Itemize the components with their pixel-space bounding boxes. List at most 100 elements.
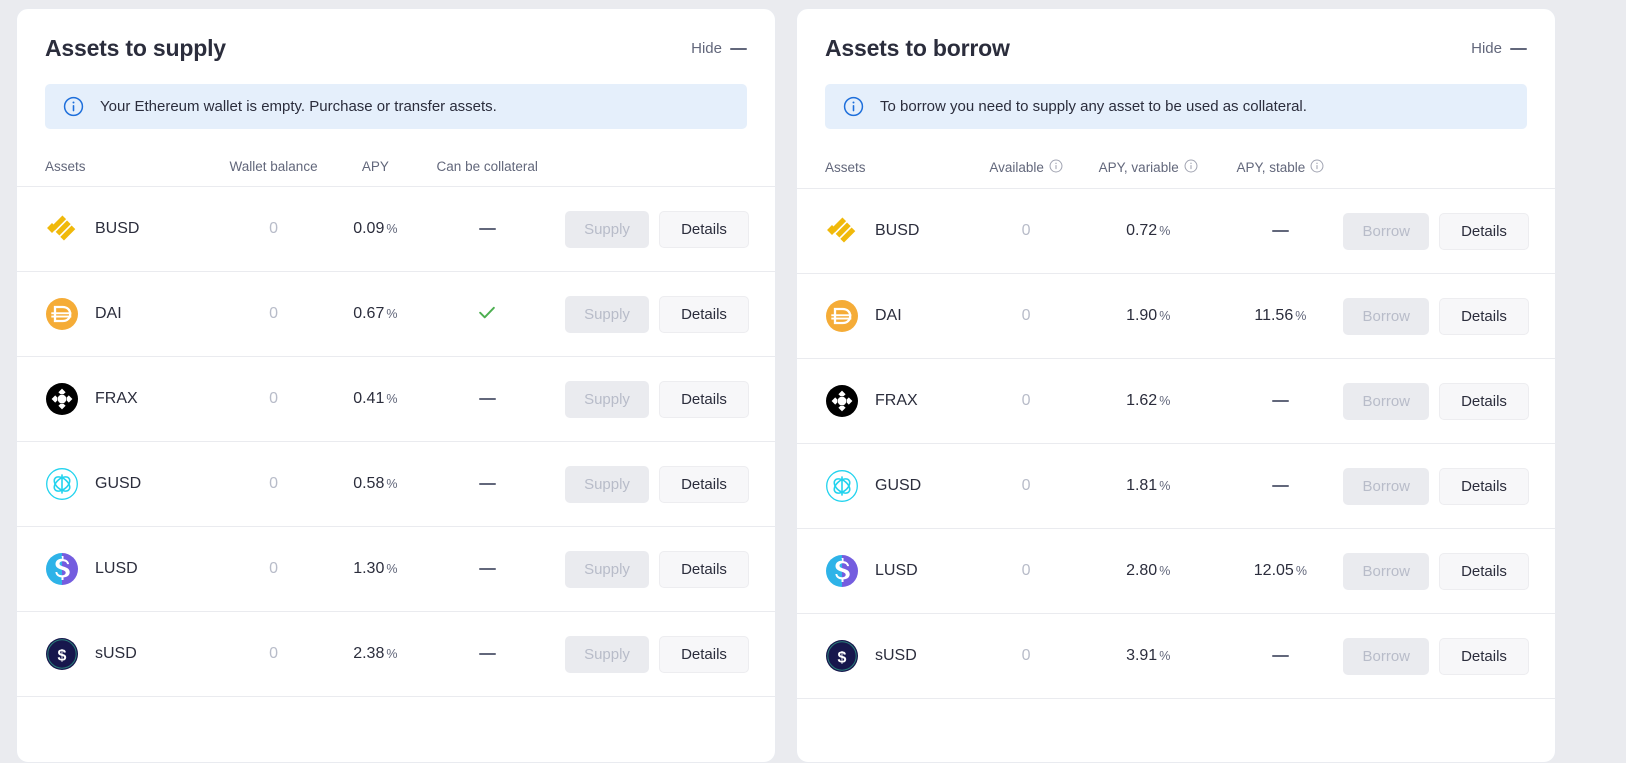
dash-icon (478, 397, 496, 400)
info-tooltip-icon[interactable] (1184, 159, 1198, 176)
info-circle-icon (843, 96, 864, 117)
panel-supply: Assets to supply Hide Your Ethereum wallet… (16, 8, 776, 763)
details-button[interactable]: Details (1439, 552, 1529, 590)
cell-actions: Borrow Details (1342, 444, 1555, 529)
value-text: 0 (1021, 477, 1031, 494)
borrow-button[interactable]: Borrow (1343, 297, 1429, 335)
supply-button[interactable]: Supply (565, 210, 649, 248)
table-row[interactable]: DAI 0 0.67% Supply Details (17, 272, 775, 357)
cell-asset: GUSD (17, 442, 207, 527)
table-row[interactable]: GUSD 0 1.81% Borrow Details (797, 444, 1555, 529)
apy-value: 0.72% (1126, 222, 1170, 239)
table-row[interactable]: LUSD 0 1.30% Supply Details (17, 527, 775, 612)
asset-cell: DAI (45, 297, 206, 331)
supply-button[interactable]: Supply (565, 465, 649, 503)
table-row[interactable]: BUSD 0 0.09% Supply Details (17, 187, 775, 272)
value-text: 0 (1021, 222, 1031, 239)
cell-apy-variable: 3.91% (1078, 614, 1218, 699)
asset-cell: LUSD (825, 554, 973, 588)
asset-cell: $ sUSD (45, 637, 206, 671)
cell-wallet-balance: 0 (207, 612, 340, 697)
table-row[interactable]: DAI 0 1.90% 11.56% Borrow Details (797, 274, 1555, 359)
details-button[interactable]: Details (659, 380, 749, 418)
cell-apy: 0.09% (340, 187, 410, 272)
cell-apy-variable: 1.62% (1078, 359, 1218, 444)
percent-symbol: % (1159, 394, 1171, 408)
dai-icon (825, 299, 859, 333)
details-button[interactable]: Details (1439, 467, 1529, 505)
value-text: 0 (1021, 562, 1031, 579)
details-button[interactable]: Details (1439, 212, 1529, 250)
apy-stable-number: 12.05 (1253, 562, 1294, 579)
borrow-button[interactable]: Borrow (1343, 382, 1429, 420)
details-button[interactable]: Details (659, 550, 749, 588)
details-button[interactable]: Details (659, 210, 749, 248)
hide-toggle-borrow[interactable]: Hide (1471, 40, 1527, 57)
supply-button[interactable]: Supply (565, 295, 649, 333)
table-row[interactable]: $ sUSD 0 3.91% Borrow Details (797, 614, 1555, 699)
column-header-inner: APY, variable (1099, 159, 1198, 176)
cell-apy-variable: 2.80% (1078, 529, 1218, 614)
info-tooltip-icon[interactable] (1310, 159, 1324, 176)
asset-symbol: GUSD (875, 477, 922, 494)
dash-icon (1271, 229, 1289, 232)
cell-actions: Borrow Details (1342, 359, 1555, 444)
hide-toggle-supply[interactable]: Hide (691, 40, 747, 57)
cell-wallet-balance: 0 (207, 357, 340, 442)
check-icon (476, 301, 498, 328)
cell-actions: Supply Details (564, 187, 775, 272)
details-button[interactable]: Details (1439, 382, 1529, 420)
cell-asset: GUSD (797, 444, 974, 529)
supply-button[interactable]: Supply (565, 635, 649, 673)
details-button[interactable]: Details (659, 465, 749, 503)
table-row[interactable]: FRAX 0 1.62% Borrow Details (797, 359, 1555, 444)
cell-actions: Supply Details (564, 272, 775, 357)
supply-button[interactable]: Supply (565, 380, 649, 418)
borrow-button[interactable]: Borrow (1343, 467, 1429, 505)
action-buttons: Supply Details (565, 210, 749, 248)
info-tooltip-icon[interactable] (1049, 159, 1063, 176)
details-button[interactable]: Details (659, 295, 749, 333)
borrow-button[interactable]: Borrow (1343, 552, 1429, 590)
asset-cell: BUSD (45, 212, 206, 246)
column-header: APY, variable (1078, 151, 1218, 189)
column-header-label: Can be collateral (436, 159, 538, 174)
cell-available: 0 (974, 274, 1078, 359)
table-header-row: Assets Wallet balance APY Can be collateral (17, 151, 775, 187)
table-row[interactable]: FRAX 0 0.41% Supply Details (17, 357, 775, 442)
value-text: 0 (269, 475, 278, 492)
asset-symbol: LUSD (95, 560, 138, 577)
table-row[interactable]: $ sUSD 0 2.38% Supply Details (17, 612, 775, 697)
action-buttons: Supply Details (565, 380, 749, 418)
details-button[interactable]: Details (659, 635, 749, 673)
percent-symbol: % (386, 562, 398, 576)
column-header-actions (564, 151, 775, 187)
apy-number: 3.91 (1126, 647, 1158, 664)
cell-asset: DAI (797, 274, 974, 359)
percent-symbol: % (1159, 479, 1171, 493)
table-row[interactable]: BUSD 0 0.72% Borrow Details (797, 189, 1555, 274)
details-button[interactable]: Details (1439, 297, 1529, 335)
borrow-button[interactable]: Borrow (1343, 637, 1429, 675)
asset-symbol: sUSD (875, 647, 917, 664)
cell-actions: Borrow Details (1342, 614, 1555, 699)
cell-asset: BUSD (17, 187, 207, 272)
details-button[interactable]: Details (1439, 637, 1529, 675)
asset-symbol: BUSD (875, 222, 920, 239)
value-text: 0 (269, 645, 278, 662)
apy-value: 0.67% (353, 305, 397, 322)
susd-icon: $ (825, 639, 859, 673)
percent-symbol: % (1159, 649, 1171, 663)
table-row[interactable]: GUSD 0 0.58% Supply Details (17, 442, 775, 527)
cell-wallet-balance: 0 (207, 187, 340, 272)
apy-value: 1.81% (1126, 477, 1170, 494)
apy-number: 1.62 (1126, 392, 1158, 409)
asset-symbol: BUSD (95, 220, 140, 237)
table-row[interactable]: LUSD 0 2.80% 12.05% Borrow Details (797, 529, 1555, 614)
cell-can-be-collateral (410, 442, 564, 527)
cell-apy-variable: 1.81% (1078, 444, 1218, 529)
dash-icon (478, 227, 496, 230)
borrow-button[interactable]: Borrow (1343, 212, 1429, 250)
supply-button[interactable]: Supply (565, 550, 649, 588)
cell-can-be-collateral (410, 612, 564, 697)
